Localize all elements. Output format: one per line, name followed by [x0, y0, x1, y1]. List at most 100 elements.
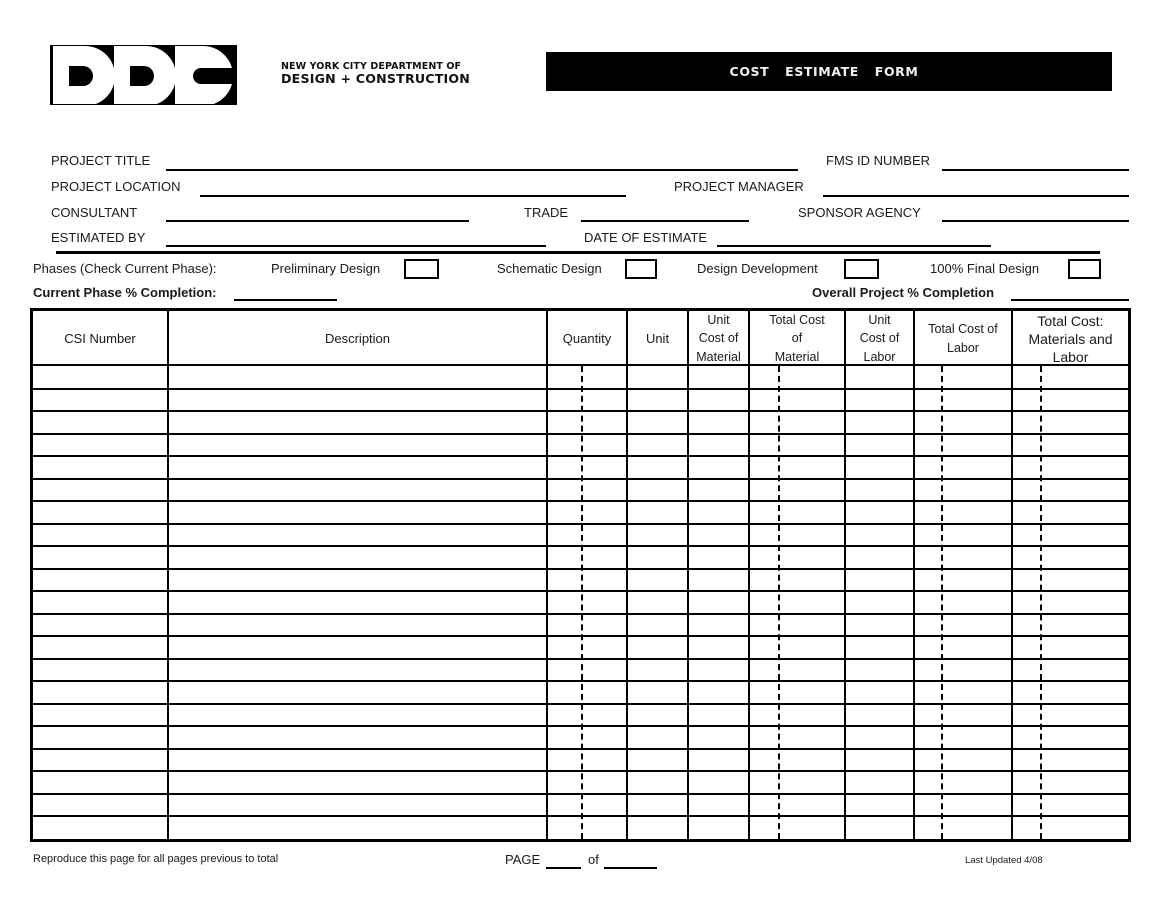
cell-description[interactable]	[169, 771, 546, 794]
cell-csi-number[interactable]	[33, 479, 167, 502]
cell-unit-cost-material[interactable]	[689, 479, 748, 502]
cell-quantity[interactable]	[548, 794, 626, 817]
cell-unit-cost-material[interactable]	[689, 704, 748, 727]
cell-unit-cost-material[interactable]	[689, 546, 748, 569]
cell-total-cost-material[interactable]	[750, 591, 844, 614]
cell-unit-cost-material[interactable]	[689, 726, 748, 749]
cell-description[interactable]	[169, 726, 546, 749]
cell-total-cost-material[interactable]	[750, 614, 844, 637]
cell-quantity[interactable]	[548, 681, 626, 704]
cell-unit-cost-material[interactable]	[689, 456, 748, 479]
project-title-field[interactable]	[166, 169, 798, 171]
cell-total-cost-material[interactable]	[750, 456, 844, 479]
cell-unit-cost-labor[interactable]	[846, 366, 913, 389]
page-number-field[interactable]	[546, 867, 581, 869]
cell-unit-cost-material[interactable]	[689, 524, 748, 547]
fms-id-number-field[interactable]	[942, 169, 1129, 171]
cell-total-cost-materials-labor[interactable]	[1013, 389, 1126, 412]
cell-total-cost-materials-labor[interactable]	[1013, 704, 1126, 727]
cell-quantity[interactable]	[548, 726, 626, 749]
cell-unit[interactable]	[628, 524, 687, 547]
cell-quantity[interactable]	[548, 591, 626, 614]
cell-unit[interactable]	[628, 704, 687, 727]
cell-unit-cost-labor[interactable]	[846, 479, 913, 502]
cell-total-cost-materials-labor[interactable]	[1013, 726, 1126, 749]
cell-total-cost-materials-labor[interactable]	[1013, 636, 1126, 659]
cell-unit[interactable]	[628, 569, 687, 592]
cell-total-cost-material[interactable]	[750, 794, 844, 817]
cell-description[interactable]	[169, 389, 546, 412]
cell-total-cost-materials-labor[interactable]	[1013, 411, 1126, 434]
cell-total-cost-material[interactable]	[750, 771, 844, 794]
cell-unit-cost-labor[interactable]	[846, 771, 913, 794]
cell-unit[interactable]	[628, 614, 687, 637]
cell-unit-cost-labor[interactable]	[846, 816, 913, 839]
cell-description[interactable]	[169, 704, 546, 727]
cell-unit-cost-material[interactable]	[689, 794, 748, 817]
cell-csi-number[interactable]	[33, 771, 167, 794]
cell-unit-cost-material[interactable]	[689, 636, 748, 659]
phase-schematic-design-checkbox[interactable]	[625, 259, 657, 279]
cell-description[interactable]	[169, 434, 546, 457]
cell-unit[interactable]	[628, 794, 687, 817]
cell-total-cost-labor[interactable]	[915, 569, 1011, 592]
trade-field[interactable]	[581, 220, 749, 222]
cell-csi-number[interactable]	[33, 591, 167, 614]
cell-csi-number[interactable]	[33, 749, 167, 772]
cell-csi-number[interactable]	[33, 456, 167, 479]
cell-unit-cost-labor[interactable]	[846, 546, 913, 569]
cell-unit[interactable]	[628, 726, 687, 749]
cell-unit[interactable]	[628, 389, 687, 412]
cell-quantity[interactable]	[548, 524, 626, 547]
cell-csi-number[interactable]	[33, 614, 167, 637]
cell-total-cost-labor[interactable]	[915, 591, 1011, 614]
cell-quantity[interactable]	[548, 456, 626, 479]
cell-quantity[interactable]	[548, 659, 626, 682]
cell-total-cost-materials-labor[interactable]	[1013, 434, 1126, 457]
cell-quantity[interactable]	[548, 704, 626, 727]
cell-unit[interactable]	[628, 434, 687, 457]
cell-description[interactable]	[169, 524, 546, 547]
cell-unit-cost-labor[interactable]	[846, 726, 913, 749]
cell-unit-cost-labor[interactable]	[846, 389, 913, 412]
cell-unit-cost-labor[interactable]	[846, 524, 913, 547]
cell-total-cost-labor[interactable]	[915, 771, 1011, 794]
cell-unit-cost-material[interactable]	[689, 591, 748, 614]
cell-unit-cost-labor[interactable]	[846, 614, 913, 637]
cell-unit-cost-labor[interactable]	[846, 591, 913, 614]
cell-csi-number[interactable]	[33, 546, 167, 569]
project-location-field[interactable]	[200, 195, 626, 197]
cell-unit-cost-material[interactable]	[689, 681, 748, 704]
cell-total-cost-material[interactable]	[750, 704, 844, 727]
cell-quantity[interactable]	[548, 614, 626, 637]
cell-unit-cost-material[interactable]	[689, 366, 748, 389]
cell-quantity[interactable]	[548, 411, 626, 434]
date-of-estimate-field[interactable]	[717, 245, 991, 247]
overall-project-completion-field[interactable]	[1011, 299, 1129, 301]
cell-unit-cost-labor[interactable]	[846, 501, 913, 524]
cell-total-cost-labor[interactable]	[915, 411, 1011, 434]
cell-total-cost-materials-labor[interactable]	[1013, 546, 1126, 569]
cell-unit[interactable]	[628, 479, 687, 502]
cell-description[interactable]	[169, 749, 546, 772]
cell-quantity[interactable]	[548, 501, 626, 524]
cell-description[interactable]	[169, 794, 546, 817]
cell-unit-cost-material[interactable]	[689, 569, 748, 592]
cell-total-cost-labor[interactable]	[915, 366, 1011, 389]
cell-unit-cost-labor[interactable]	[846, 636, 913, 659]
cell-quantity[interactable]	[548, 479, 626, 502]
project-manager-field[interactable]	[823, 195, 1129, 197]
sponsor-agency-field[interactable]	[942, 220, 1129, 222]
cell-total-cost-labor[interactable]	[915, 479, 1011, 502]
cell-description[interactable]	[169, 546, 546, 569]
cell-total-cost-material[interactable]	[750, 681, 844, 704]
cell-total-cost-labor[interactable]	[915, 434, 1011, 457]
cell-total-cost-material[interactable]	[750, 569, 844, 592]
cell-total-cost-material[interactable]	[750, 546, 844, 569]
cell-unit-cost-material[interactable]	[689, 411, 748, 434]
cell-quantity[interactable]	[548, 366, 626, 389]
cell-description[interactable]	[169, 591, 546, 614]
cell-csi-number[interactable]	[33, 434, 167, 457]
cell-total-cost-materials-labor[interactable]	[1013, 749, 1126, 772]
cell-total-cost-materials-labor[interactable]	[1013, 569, 1126, 592]
